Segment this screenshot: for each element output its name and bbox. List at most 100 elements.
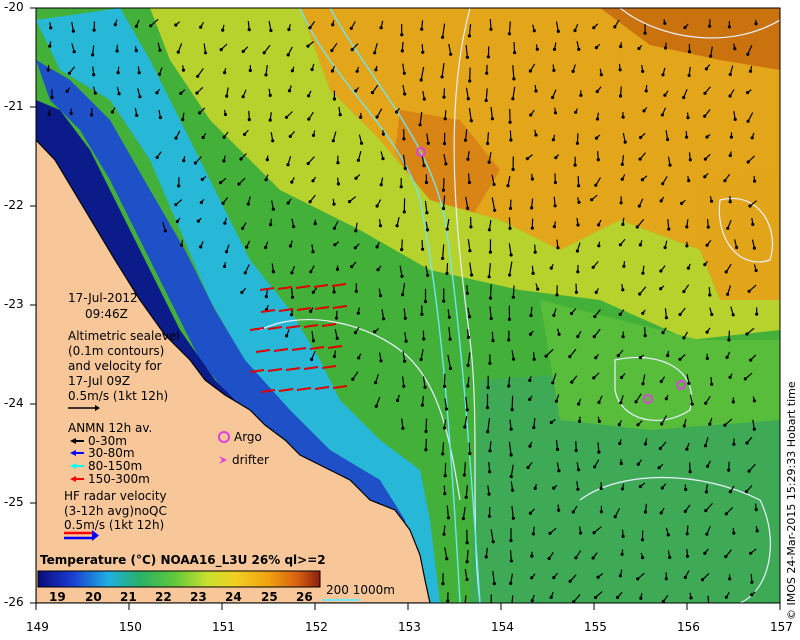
velocity-arrowhead — [137, 71, 141, 75]
velocity-arrowhead — [592, 531, 596, 535]
velocity-arrowhead — [532, 425, 536, 430]
velocity-arrowhead — [426, 273, 430, 277]
velocity-arrowhead — [749, 551, 753, 555]
lat-tick-label: -20 — [4, 0, 24, 14]
velocity-arrowhead — [703, 263, 707, 267]
velocity-arrowhead — [264, 245, 268, 250]
velocity-arrowhead — [356, 158, 360, 162]
velocity-arrowhead — [613, 515, 617, 519]
velocity-arrowhead — [577, 184, 581, 188]
velocity-arrowhead — [661, 73, 665, 77]
velocity-arrowhead — [621, 115, 625, 119]
velocity-arrowhead — [678, 312, 682, 317]
velocity-arrowhead — [733, 117, 737, 121]
velocity-arrowhead — [441, 206, 446, 211]
velocity-arrowhead — [353, 246, 357, 250]
velocity-arrowhead — [751, 222, 755, 226]
velocity-arrowhead — [467, 34, 471, 38]
velocity-arrowhead — [264, 178, 268, 182]
hf-line-2: (3-12h avg)noQC — [64, 504, 167, 518]
velocity-arrowhead — [568, 355, 572, 359]
velocity-arrowhead — [638, 292, 642, 296]
velocity-arrowhead — [574, 448, 578, 453]
velocity-arrowhead — [529, 313, 533, 318]
velocity-arrowhead — [555, 293, 559, 297]
velocity-arrowhead — [556, 246, 560, 250]
velocity-arrowhead — [591, 556, 595, 560]
velocity-arrowhead — [595, 89, 599, 94]
velocity-arrowhead — [703, 114, 707, 118]
velocity-arrowhead — [468, 452, 472, 456]
velocity-arrowhead — [311, 133, 316, 137]
velocity-arrowhead — [420, 312, 424, 316]
velocity-arrowhead — [375, 115, 379, 119]
velocity-arrowhead — [466, 206, 470, 210]
velocity-arrowhead — [594, 290, 598, 294]
velocity-arrowhead — [616, 354, 620, 358]
velocity-arrowhead — [271, 207, 275, 211]
colorbar-tick-label: 20 — [85, 590, 102, 604]
velocity-arrowhead — [685, 135, 689, 139]
velocity-arrowhead — [724, 270, 728, 274]
velocity-arrowhead — [219, 48, 223, 52]
velocity-arrowhead — [467, 180, 471, 185]
velocity-arrowhead — [308, 26, 312, 30]
velocity-arrowhead — [359, 115, 363, 119]
velocity-arrowhead — [729, 135, 734, 139]
velocity-arrowhead — [577, 200, 581, 204]
velocity-arrowhead — [746, 160, 750, 164]
velocity-arrowhead — [723, 179, 727, 183]
velocity-arrowhead — [618, 68, 622, 72]
velocity-arrowhead — [577, 47, 581, 52]
velocity-arrowhead — [179, 91, 183, 95]
velocity-arrowhead — [618, 312, 622, 316]
velocity-arrowhead — [685, 225, 689, 229]
velocity-arrowhead — [534, 89, 538, 93]
velocity-arrowhead — [332, 354, 336, 359]
velocity-arrowhead — [421, 247, 425, 251]
anmn-title: ANMN 12h av. — [68, 421, 153, 435]
velocity-arrowhead — [553, 180, 558, 185]
velocity-arrowhead — [682, 336, 686, 340]
velocity-arrowhead — [533, 250, 537, 254]
velocity-arrowhead — [664, 577, 668, 581]
velocity-arrowhead — [553, 204, 557, 208]
velocity-arrowhead — [286, 53, 290, 57]
velocity-arrowhead — [599, 73, 603, 77]
velocity-arrowhead — [402, 210, 406, 214]
velocity-arrowhead — [158, 48, 162, 52]
velocity-arrowhead — [50, 95, 54, 100]
velocity-arrowhead — [592, 26, 596, 30]
velocity-arrowhead — [134, 49, 138, 53]
velocity-arrowhead — [424, 429, 428, 434]
velocity-arrowhead — [462, 473, 466, 477]
velocity-arrowhead — [644, 89, 648, 93]
velocity-arrowhead — [487, 228, 491, 232]
velocity-arrowhead — [330, 69, 334, 73]
velocity-arrowhead — [332, 290, 336, 294]
velocity-arrowhead — [577, 419, 582, 423]
velocity-arrowhead — [181, 68, 186, 72]
velocity-arrowhead — [67, 71, 71, 75]
altimetric-line-1: Altimetric sealevel — [68, 329, 180, 343]
velocity-arrowhead — [395, 110, 399, 114]
velocity-arrowhead — [708, 422, 712, 426]
lat-tick-label: -25 — [4, 495, 24, 509]
velocity-arrowhead — [705, 135, 709, 139]
velocity-arrowhead — [704, 509, 708, 513]
velocity-arrowhead — [638, 356, 643, 360]
velocity-arrowhead — [743, 377, 747, 381]
velocity-arrowhead — [485, 406, 490, 410]
drifter-label: drifter — [232, 453, 269, 467]
velocity-arrowhead — [443, 474, 447, 478]
velocity-arrowhead — [375, 245, 379, 249]
velocity-arrowhead — [509, 581, 513, 586]
velocity-arrowhead — [203, 51, 208, 55]
velocity-arrowhead — [549, 266, 553, 270]
velocity-arrowhead — [268, 93, 272, 97]
lat-tick-label: -26 — [4, 595, 24, 609]
velocity-arrowhead — [664, 397, 668, 401]
velocity-arrowhead — [292, 225, 296, 229]
velocity-arrowhead — [680, 201, 684, 205]
velocity-arrowhead — [241, 49, 245, 54]
